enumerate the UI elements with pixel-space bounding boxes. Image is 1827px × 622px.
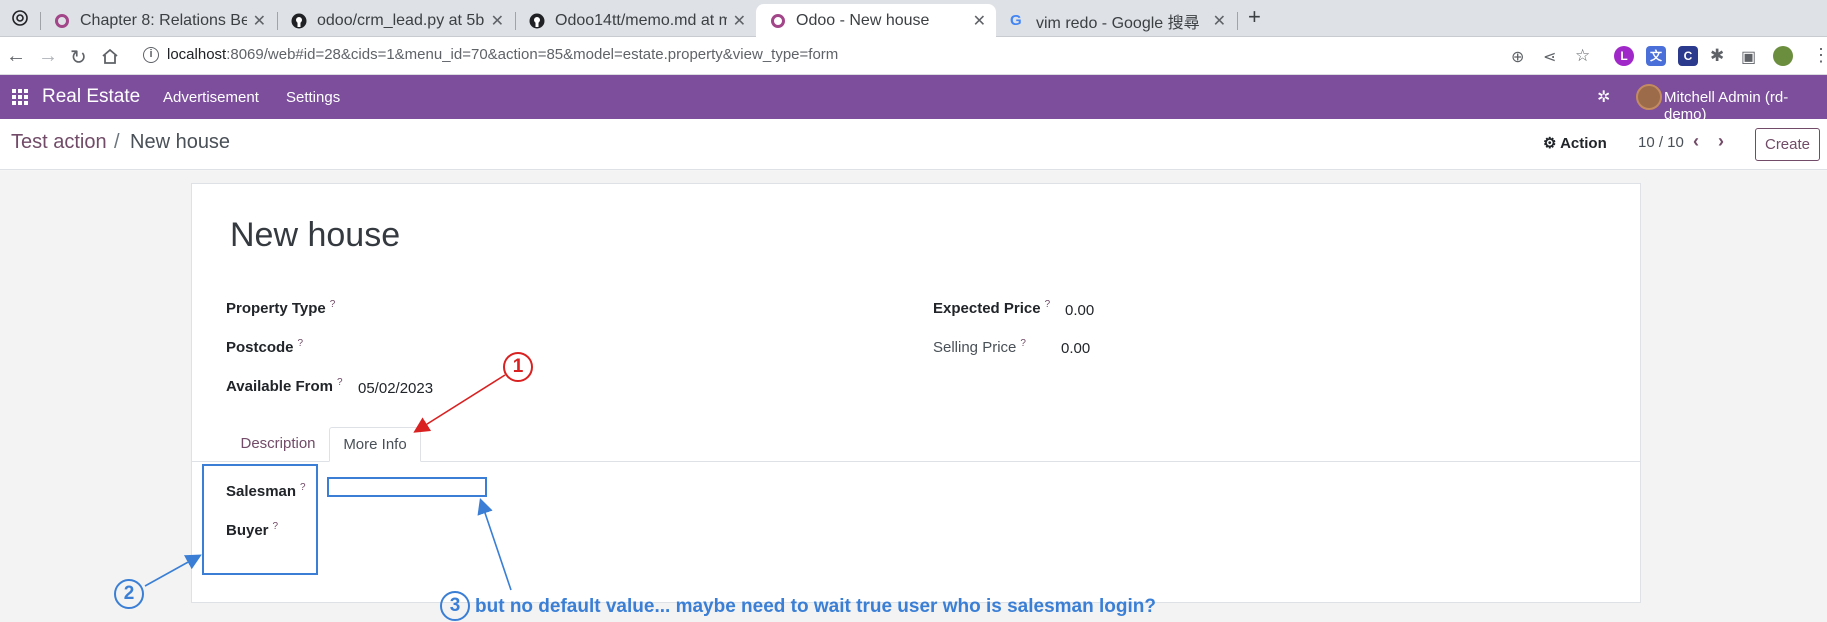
bookmark-star-icon[interactable]: ☆ bbox=[1575, 46, 1590, 66]
profile-avatar-icon[interactable] bbox=[1773, 46, 1793, 66]
control-panel: Test action / New house ⚙ Action 10 / 10… bbox=[0, 119, 1827, 170]
translate-extension-icon[interactable]: 文 bbox=[1646, 46, 1666, 66]
create-button[interactable]: Create bbox=[1755, 128, 1820, 161]
github-icon bbox=[529, 13, 545, 28]
odoo-circle-icon bbox=[55, 13, 69, 28]
menu-settings[interactable]: Settings bbox=[286, 89, 340, 106]
url-path: :8069/web#id=28&cids=1&menu_id=70&action… bbox=[226, 46, 839, 63]
home-icon[interactable] bbox=[101, 48, 119, 65]
tab-title: Chapter 8: Relations Betw bbox=[80, 11, 247, 29]
avatar[interactable] bbox=[1636, 84, 1662, 110]
forward-icon[interactable]: → bbox=[38, 45, 58, 68]
close-icon[interactable]: ✕ bbox=[973, 11, 986, 31]
annotation-marker-1: 1 bbox=[503, 352, 533, 382]
pager-value[interactable]: 10 / 10 bbox=[1638, 134, 1684, 151]
salesman-input[interactable] bbox=[327, 477, 487, 497]
side-panel-icon[interactable]: ▣ bbox=[1741, 47, 1756, 67]
annotation-marker-2: 2 bbox=[114, 579, 144, 609]
help-tooltip-icon[interactable]: ? bbox=[1045, 299, 1051, 310]
expected-price-field[interactable]: 0.00 bbox=[1065, 302, 1094, 319]
available-from-field[interactable]: 05/02/2023 bbox=[358, 380, 433, 397]
annotation-highlight-box bbox=[202, 464, 318, 575]
browser-tab-crm-lead[interactable]: odoo/crm_lead.py at 5bb ✕ bbox=[277, 4, 514, 37]
url-host: localhost bbox=[167, 46, 227, 63]
zoom-icon[interactable]: ⊕ bbox=[1511, 47, 1524, 67]
label-available-from: Available From? bbox=[226, 377, 343, 395]
browser-tab-chapter8[interactable]: Chapter 8: Relations Betw ✕ bbox=[40, 4, 276, 37]
app-brand[interactable]: Real Estate bbox=[42, 86, 140, 108]
share-icon[interactable]: ⋖ bbox=[1543, 47, 1556, 67]
selling-price-field: 0.00 bbox=[1061, 340, 1091, 357]
help-tooltip-icon[interactable]: ? bbox=[337, 377, 343, 388]
gear-icon: ⚙ bbox=[1543, 135, 1557, 152]
user-menu[interactable]: Mitchell Admin (rd-demo) bbox=[1664, 89, 1827, 123]
chatgpt-icon[interactable] bbox=[11, 9, 29, 27]
action-label: Action bbox=[1560, 135, 1607, 152]
url-text[interactable]: localhost:8069/web#id=28&cids=1&menu_id=… bbox=[167, 46, 838, 63]
google-icon: G bbox=[1010, 11, 1022, 29]
github-icon bbox=[291, 13, 307, 28]
browser-tab-bar: Chapter 8: Relations Betw ✕ odoo/crm_lea… bbox=[0, 0, 1827, 37]
close-icon[interactable]: ✕ bbox=[733, 11, 746, 31]
browser-tab-memo[interactable]: Odoo14tt/memo.md at m ✕ bbox=[515, 4, 756, 37]
address-bar: ← → ↻ i localhost:8069/web#id=28&cids=1&… bbox=[0, 37, 1827, 75]
debug-bug-icon[interactable]: ✲ bbox=[1597, 87, 1610, 107]
browser-tab-new-house[interactable]: Odoo - New house ✕ bbox=[756, 4, 996, 37]
close-icon[interactable]: ✕ bbox=[491, 11, 504, 31]
reload-icon[interactable]: ↻ bbox=[70, 45, 87, 70]
help-tooltip-icon[interactable]: ? bbox=[1020, 338, 1026, 349]
action-button[interactable]: ⚙ Action bbox=[1543, 134, 1607, 152]
extension-c-icon[interactable]: C bbox=[1678, 46, 1698, 66]
browser-tab-vim-redo[interactable]: G vim redo - Google 搜尋 ✕ bbox=[996, 4, 1236, 37]
more-menu-icon[interactable]: ⋮ bbox=[1812, 45, 1827, 66]
tab-description[interactable]: Description bbox=[226, 427, 330, 462]
breadcrumb-separator: / bbox=[114, 131, 120, 153]
tab-title: vim redo - Google 搜尋 bbox=[1036, 14, 1200, 32]
odoo-navbar: Real Estate Advertisement Settings ✲ Mit… bbox=[0, 75, 1827, 123]
breadcrumb-parent[interactable]: Test action bbox=[11, 131, 107, 154]
label-selling-price: Selling Price? bbox=[933, 338, 1026, 356]
close-icon[interactable]: ✕ bbox=[1213, 11, 1226, 31]
tab-title: Odoo - New house bbox=[796, 11, 930, 29]
apps-menu-icon[interactable] bbox=[12, 89, 28, 105]
tab-title: odoo/crm_lead.py at 5bb bbox=[317, 11, 485, 29]
menu-advertisement[interactable]: Advertisement bbox=[163, 89, 259, 106]
breadcrumb-current: New house bbox=[130, 131, 231, 153]
label-postcode: Postcode? bbox=[226, 338, 304, 356]
chevron-right-icon[interactable]: › bbox=[1718, 131, 1724, 152]
site-info-icon[interactable]: i bbox=[143, 47, 159, 63]
puzzle-icon[interactable]: ✱ bbox=[1710, 46, 1724, 66]
tab-separator bbox=[1237, 12, 1238, 30]
annotation-note: but no default value... maybe need to wa… bbox=[475, 596, 1156, 617]
close-icon[interactable]: ✕ bbox=[253, 11, 266, 31]
chevron-left-icon[interactable]: ‹ bbox=[1693, 131, 1699, 152]
new-tab-button[interactable]: + bbox=[1248, 4, 1261, 30]
help-tooltip-icon[interactable]: ? bbox=[330, 299, 336, 310]
back-icon[interactable]: ← bbox=[6, 45, 26, 68]
tab-more-info[interactable]: More Info bbox=[329, 427, 421, 462]
label-property-type: Property Type? bbox=[226, 299, 336, 317]
tab-title: Odoo14tt/memo.md at m bbox=[555, 11, 727, 29]
odoo-circle-icon bbox=[771, 13, 785, 28]
record-title[interactable]: New house bbox=[230, 216, 400, 255]
help-tooltip-icon[interactable]: ? bbox=[298, 338, 304, 349]
annotation-marker-3: 3 bbox=[440, 591, 470, 621]
extension-icon[interactable]: L bbox=[1614, 46, 1634, 66]
label-expected-price: Expected Price? bbox=[933, 299, 1051, 317]
